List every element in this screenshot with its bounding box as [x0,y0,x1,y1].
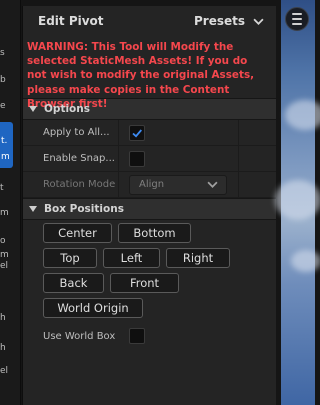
enable-snap-checkbox[interactable] [129,150,145,167]
box-positions-section-header[interactable]: Box Positions [23,198,276,220]
property-label: Use World Box [43,330,116,342]
property-value: Align [119,172,239,197]
edit-pivot-panel: Edit Pivot Presets WARNING: This Tool wi… [22,6,276,405]
truncated-label: m [0,208,9,218]
use-world-box-checkbox[interactable] [129,328,145,344]
sky-cloud [291,250,320,272]
enable-snap-row: Enable Snap... [23,146,276,172]
selected-item-label: m [1,152,10,162]
truncated-label: e [0,101,6,111]
panel-title: Edit Pivot [38,14,104,28]
sky-cloud [275,180,320,220]
rotation-mode-row: Rotation Mode Align [23,172,276,198]
apply-to-all-row: Apply to All... [23,120,276,146]
truncated-label: el [0,261,9,271]
truncated-label: h [0,313,6,323]
collapse-arrow-icon [29,206,37,212]
section-title: Options [44,103,90,115]
front-button[interactable]: Front [110,273,179,293]
warning-message: WARNING: This Tool will Modify the selec… [27,41,255,110]
truncated-label: b [0,75,6,85]
panel-header: Edit Pivot Presets [23,6,276,36]
selected-item-label: t. [1,136,8,146]
checkmark-icon [132,128,142,137]
truncated-label: t [0,183,4,193]
selected-list-item[interactable]: t. m [0,122,13,168]
truncated-label: m [0,250,9,260]
box-position-buttons: Center Bottom Top Left Right Back Front … [23,220,276,318]
truncated-label: o [0,236,6,246]
presets-label: Presets [193,14,245,28]
right-button[interactable]: Right [166,248,230,268]
property-label: Enable Snap... [23,146,119,171]
rotation-mode-combobox[interactable]: Align [129,174,227,195]
chevron-down-icon [253,18,264,25]
use-world-box-row: Use World Box [23,323,276,349]
property-value [119,146,239,171]
collapse-arrow-icon [29,106,37,112]
property-value [119,120,239,145]
left-button[interactable]: Left [103,248,160,268]
back-button[interactable]: Back [43,273,104,293]
section-title: Box Positions [44,203,124,215]
sky-cloud [285,100,320,130]
presets-dropdown[interactable]: Presets [194,14,264,28]
truncated-label: el [0,366,9,376]
chevron-down-icon [207,181,218,188]
adjacent-panel-strip: s b e t. m t m o m l el h h el [0,0,21,405]
combobox-value: Align [139,179,165,190]
truncated-label: s [0,48,5,58]
truncated-label: h [0,343,6,353]
bottom-button[interactable]: Bottom [118,223,191,243]
world-origin-button[interactable]: World Origin [43,298,143,318]
hamburger-menu-icon[interactable] [285,7,309,31]
property-label: Rotation Mode [23,172,119,197]
property-value [119,323,145,349]
property-label: Apply to All... [23,120,119,145]
top-button[interactable]: Top [43,248,97,268]
center-button[interactable]: Center [43,223,112,243]
level-viewport[interactable] [275,0,320,405]
apply-to-all-checkbox[interactable] [129,124,145,141]
